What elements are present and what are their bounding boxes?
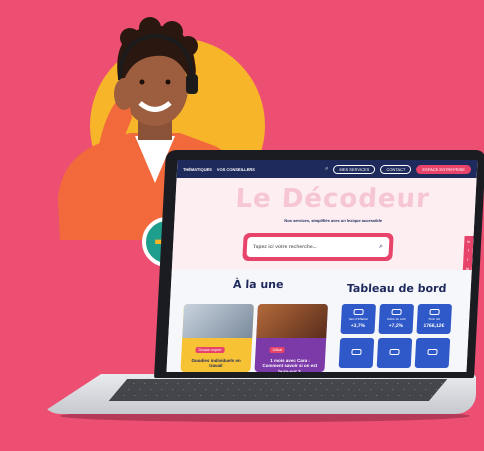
- dashboard-card[interactable]: Indice du coût +7,2%: [378, 304, 415, 334]
- dashboard-card-label: Taux d'inflation: [348, 317, 369, 321]
- facebook-icon[interactable]: f: [468, 248, 469, 253]
- nav-item-conseillers[interactable]: VOS CONSEILLERS: [217, 167, 255, 172]
- dashboard-card[interactable]: [338, 338, 375, 368]
- dashboard-card-value: +3,7%: [350, 323, 366, 329]
- dashboard-card-value: +7,2%: [388, 323, 404, 329]
- content-sections: À la une Tableau de bord Dossier expert …: [166, 270, 472, 372]
- news-card-image: [256, 304, 329, 338]
- chart-icon: [353, 309, 364, 315]
- laptop-keyboard: [108, 379, 448, 401]
- magnifier-icon[interactable]: ⌕: [379, 243, 383, 251]
- bolt-icon: [389, 349, 400, 355]
- house-icon: [351, 349, 362, 355]
- tableau-de-bord-heading: Tableau de bord: [346, 282, 447, 295]
- mes-services-button[interactable]: MES SERVICES: [333, 164, 376, 174]
- search-inner: ⌕: [246, 237, 390, 257]
- news-card-title: Goodies individuels en travail: [191, 358, 241, 369]
- dashboard-card[interactable]: [414, 338, 451, 368]
- news-card[interactable]: Débat 1 mois avec Cara : Comment savoir …: [254, 304, 329, 372]
- dashboard-card[interactable]: Taux d'inflation +3,7%: [340, 304, 377, 334]
- dashboard-card-label: Indice du coût: [386, 317, 406, 321]
- nav-item-thematiques[interactable]: THÉMATIQUES: [183, 167, 212, 172]
- news-card-title: 1 mois avec Cara : Comment savoir si on …: [262, 358, 318, 372]
- search-input[interactable]: [252, 244, 380, 250]
- espace-entreprise-button[interactable]: ESPACE ENTREPRISE: [416, 164, 472, 174]
- a-la-une-heading: À la une: [232, 278, 284, 291]
- news-card[interactable]: Dossier expert Goodies individuels en tr…: [180, 304, 255, 372]
- hero-section: Le Décodeur Nos services, simplifiés ave…: [171, 178, 477, 283]
- dashboard-card[interactable]: [376, 338, 413, 368]
- dashboard-card-value: 1766,12€: [423, 323, 445, 329]
- news-card-tag: Débat: [269, 347, 286, 353]
- linkedin-icon[interactable]: in: [467, 239, 470, 244]
- dashboard-card[interactable]: Smic net 1766,12€: [416, 304, 453, 334]
- hero-title: Le Décodeur: [234, 184, 431, 214]
- stage: + THÉMATIQUES VOS CONSEILLERS ⌕ MES SERV…: [0, 0, 484, 451]
- contact-button[interactable]: CONTACT: [380, 164, 412, 174]
- news-card-image: [182, 304, 255, 338]
- hero-subtitle: Nos services, simplifiés avec un lexique…: [284, 218, 383, 223]
- home-icon: [427, 349, 438, 355]
- laptop-screen: THÉMATIQUES VOS CONSEILLERS ⌕ MES SERVIC…: [166, 160, 478, 372]
- chart-icon: [429, 309, 440, 315]
- news-card-tag: Dossier expert: [195, 347, 225, 353]
- chart-icon: [391, 309, 402, 315]
- search-icon[interactable]: ⌕: [325, 166, 329, 173]
- twitter-icon[interactable]: t: [467, 257, 468, 262]
- search-box: ⌕: [242, 233, 394, 261]
- top-nav: THÉMATIQUES VOS CONSEILLERS ⌕ MES SERVIC…: [176, 160, 478, 178]
- dashboard-card-label: Smic net: [428, 317, 441, 321]
